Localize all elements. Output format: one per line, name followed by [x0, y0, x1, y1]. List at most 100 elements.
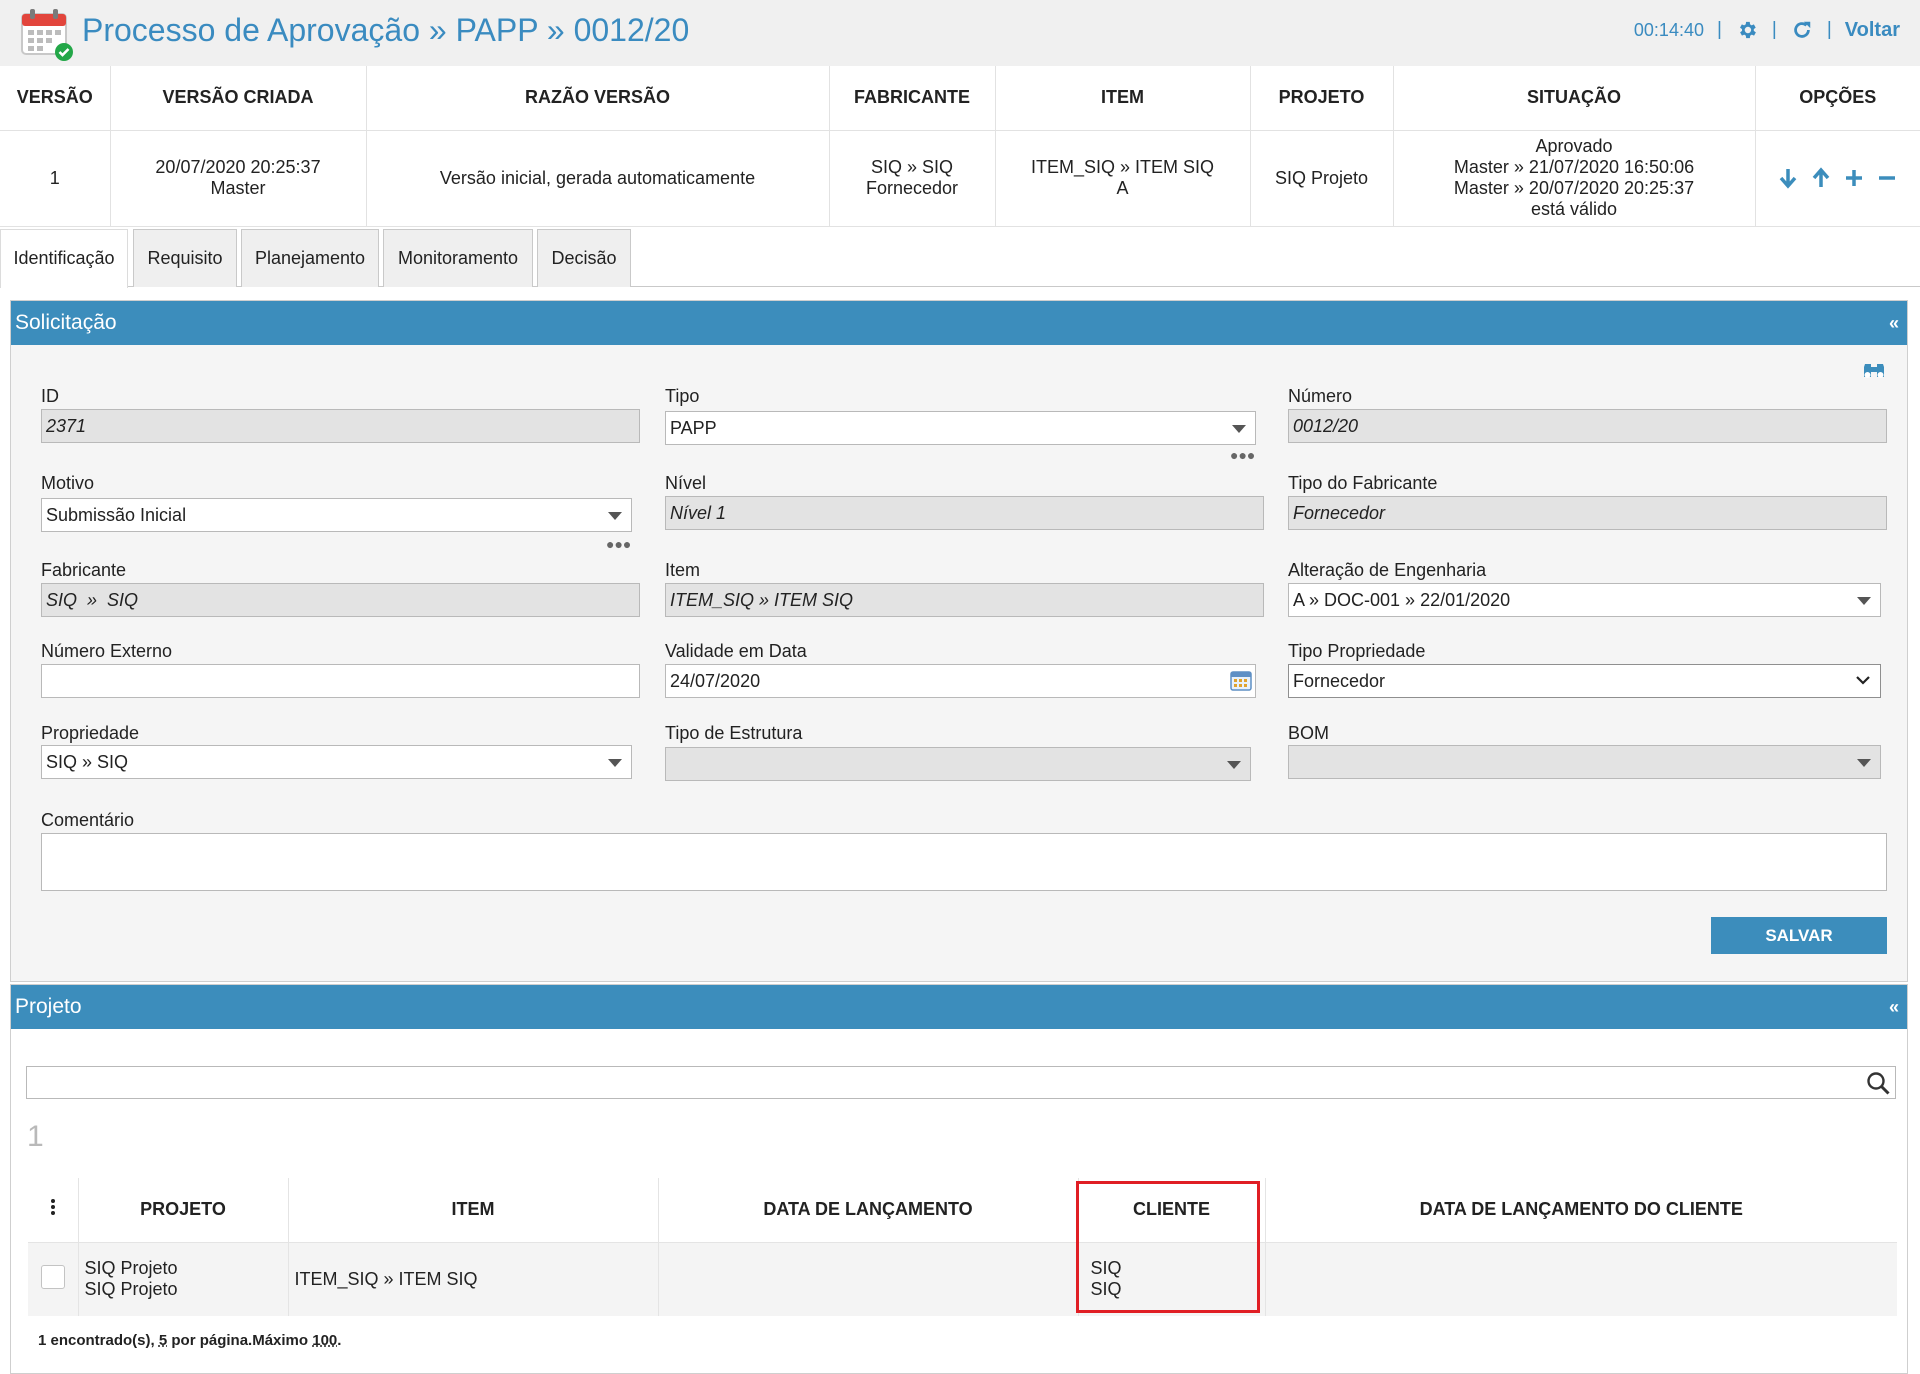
- created-date: 20/07/2020 20:25:37: [155, 157, 321, 177]
- column-header-projeto[interactable]: PROJETO: [78, 1178, 289, 1242]
- plus-icon[interactable]: [1842, 166, 1866, 190]
- row-checkbox[interactable]: [40, 1264, 65, 1289]
- tab-identificacao[interactable]: Identificação: [0, 229, 128, 288]
- tipo-label: Tipo: [665, 386, 700, 406]
- column-header-projeto[interactable]: PROJETO: [1250, 66, 1394, 131]
- refresh-icon[interactable]: [1790, 18, 1814, 42]
- tab-decisao[interactable]: Decisão: [537, 229, 631, 287]
- save-button[interactable]: SALVAR: [1711, 917, 1887, 954]
- kebab-menu-icon[interactable]: [28, 1178, 79, 1242]
- comentario-textarea[interactable]: [41, 833, 1887, 891]
- calendar-check-icon: [21, 9, 73, 61]
- bom-select[interactable]: [1288, 745, 1881, 779]
- more-options-icon[interactable]: ●●●: [606, 537, 631, 551]
- alteracao-label: Alteração de Engenharia: [1288, 560, 1487, 580]
- more-options-icon[interactable]: ●●●: [1230, 448, 1255, 462]
- projeto-cell: SIQ Projeto: [1250, 130, 1394, 227]
- table-header-row: VERSÃO VERSÃO CRIADA RAZÃO VERSÃO FABRIC…: [0, 66, 1920, 131]
- tab-planejamento[interactable]: Planejamento: [241, 229, 379, 287]
- tab-requisito[interactable]: Requisito: [133, 229, 237, 287]
- per-page-text: por página.Máximo: [171, 1332, 309, 1349]
- tipo-propriedade-select[interactable]: Fornecedor: [1288, 664, 1881, 698]
- fabricante-type: Fornecedor: [865, 178, 959, 198]
- projeto-cell: SIQ Projeto SIQ Projeto: [78, 1241, 289, 1316]
- id-label: ID: [41, 386, 59, 406]
- item-cell: ITEM_SIQ » ITEM SIQ: [288, 1241, 659, 1316]
- motivo-select[interactable]: Submissão Inicial: [41, 498, 632, 532]
- tab-monitoramento[interactable]: Monitoramento: [383, 229, 533, 287]
- alteracao-value: A » DOC-001 » 22/01/2020: [1293, 590, 1511, 610]
- column-header-item[interactable]: ITEM: [995, 66, 1251, 131]
- tipo-propriedade-value: Fornecedor: [1293, 671, 1386, 691]
- chevron-down-icon: [1856, 676, 1870, 685]
- session-clock: 00:14:40: [1633, 19, 1704, 40]
- calendar-icon[interactable]: [1230, 670, 1252, 692]
- situacao-approved-by: Master » 21/07/2020 16:50:06: [1453, 157, 1695, 177]
- tipo-value: PAPP: [670, 418, 717, 438]
- created-user: Master: [210, 178, 266, 198]
- projeto-panel-header[interactable]: Projeto «: [11, 985, 1907, 1029]
- per-page-selector[interactable]: 5: [159, 1332, 167, 1349]
- tipo-select[interactable]: PAPP: [665, 411, 1256, 445]
- arrow-up-icon[interactable]: [1809, 166, 1833, 190]
- motivo-value: Submissão Inicial: [46, 505, 187, 525]
- alteracao-select[interactable]: A » DOC-001 » 22/01/2020: [1288, 583, 1881, 617]
- footer-end: .: [337, 1332, 342, 1349]
- version-table: VERSÃO VERSÃO CRIADA RAZÃO VERSÃO FABRIC…: [0, 66, 1920, 227]
- numero-externo-input[interactable]: [41, 664, 640, 698]
- minus-icon[interactable]: [1875, 166, 1899, 190]
- column-header-item[interactable]: ITEM: [288, 1178, 659, 1242]
- validade-label: Validade em Data: [665, 641, 807, 661]
- item-revision: A: [1116, 178, 1129, 198]
- separator: |: [1771, 19, 1777, 40]
- chevron-down-icon: [1857, 597, 1871, 605]
- row-select-cell: [28, 1241, 79, 1316]
- situacao-cell: Aprovado Master » 21/07/2020 16:50:06 Ma…: [1393, 130, 1756, 227]
- chevron-down-icon: [1857, 759, 1871, 767]
- propriedade-label: Propriedade: [41, 723, 140, 743]
- versao-criada-cell: 20/07/2020 20:25:37 Master: [110, 130, 367, 227]
- column-header-situacao[interactable]: SITUAÇÃO: [1393, 66, 1756, 131]
- data-lancamento-cliente-cell: [1265, 1241, 1897, 1316]
- validade-input[interactable]: 24/07/2020: [665, 664, 1256, 698]
- max-selector[interactable]: 100: [312, 1332, 337, 1349]
- arrow-down-icon[interactable]: [1776, 166, 1800, 190]
- column-header-data-lancamento-cliente[interactable]: DATA DE LANÇAMENTO DO CLIENTE: [1265, 1178, 1897, 1242]
- back-link[interactable]: Voltar: [1845, 19, 1900, 42]
- tipo-fabricante-label: Tipo do Fabricante: [1288, 473, 1438, 493]
- tipo-estrutura-select[interactable]: [665, 747, 1251, 781]
- projeto-name: SIQ Projeto: [84, 1279, 178, 1300]
- propriedade-value: SIQ » SIQ: [46, 752, 129, 772]
- solicitacao-panel-header[interactable]: Solicitação «: [11, 301, 1907, 345]
- column-header-razao-versao[interactable]: RAZÃO VERSÃO: [366, 66, 830, 131]
- fabricante-cell: SIQ » SIQ Fornecedor: [829, 130, 996, 227]
- header-actions: 00:14:40 | | | Voltar: [1634, 18, 1900, 42]
- cliente-column-highlight: [1076, 1181, 1260, 1313]
- gear-icon[interactable]: [1735, 18, 1759, 42]
- search-input[interactable]: [26, 1066, 1896, 1099]
- table-header-row: PROJETO ITEM DATA DE LANÇAMENTO CLIENTE …: [28, 1178, 1897, 1242]
- versao-cell: 1: [0, 130, 111, 227]
- nivel-label: Nível: [665, 473, 707, 493]
- nivel-field: Nível 1: [665, 496, 1264, 530]
- tab-bar: Identificação Requisito Planejamento Mon…: [0, 227, 1920, 288]
- panel-title: Solicitação: [15, 311, 117, 334]
- collapse-icon[interactable]: «: [1889, 301, 1899, 345]
- bom-label: BOM: [1288, 723, 1330, 743]
- table-row[interactable]: SIQ Projeto SIQ Projeto ITEM_SIQ » ITEM …: [28, 1241, 1897, 1316]
- column-header-versao-criada[interactable]: VERSÃO CRIADA: [110, 66, 367, 131]
- table-row[interactable]: 1 20/07/2020 20:25:37 Master Versão inic…: [0, 130, 1920, 227]
- column-header-data-lancamento[interactable]: DATA DE LANÇAMENTO: [658, 1178, 1079, 1242]
- search-icon[interactable]: [1865, 1070, 1891, 1096]
- propriedade-select[interactable]: SIQ » SIQ: [41, 745, 632, 779]
- tipo-propriedade-label: Tipo Propriedade: [1288, 641, 1426, 661]
- chevron-down-icon: [608, 759, 622, 767]
- razao-cell: Versão inicial, gerada automaticamente: [366, 130, 830, 227]
- column-header-fabricante[interactable]: FABRICANTE: [829, 66, 996, 131]
- column-header-versao[interactable]: VERSÃO: [0, 66, 111, 131]
- binoculars-icon[interactable]: [1862, 358, 1886, 382]
- pagination-info: 1 encontrado(s), 5 por página.Máximo 100…: [38, 1332, 341, 1349]
- tipo-fabricante-field: Fornecedor: [1288, 496, 1887, 530]
- fabricante-name: SIQ » SIQ: [870, 157, 954, 177]
- collapse-icon[interactable]: «: [1889, 985, 1899, 1029]
